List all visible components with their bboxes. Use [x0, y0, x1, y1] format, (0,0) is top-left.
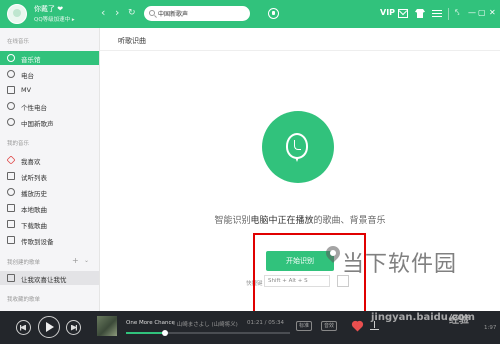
sidebar-item-label: 下载歌曲 — [21, 222, 47, 230]
sidebar-item-label: 电台 — [21, 72, 34, 80]
progress-slider[interactable] — [126, 330, 290, 336]
mv-icon — [7, 86, 15, 94]
close-button[interactable]: ✕ — [489, 6, 496, 20]
user-level-status[interactable]: QQ等级加速中 ▸ — [34, 15, 75, 23]
sidebar-item-label: 传歌到设备 — [21, 238, 54, 246]
sidebar-item-transfer-device[interactable]: 传歌到设备 — [0, 233, 99, 247]
title-divider — [100, 50, 500, 51]
album-art[interactable] — [97, 316, 117, 336]
sidebar-item-mv[interactable]: MV — [0, 83, 99, 97]
sidebar-item-personal-radio[interactable]: 个性电台 — [0, 99, 99, 113]
sidebar-item-label: 我喜欢 — [21, 158, 41, 166]
sidebar-item-music-hall[interactable]: 音乐馆 — [0, 51, 99, 65]
sidebar-item-trial-list[interactable]: 试听列表 — [0, 169, 99, 183]
hotkey-field[interactable]: Shift + Alt + S — [264, 275, 330, 287]
download-icon — [7, 220, 15, 228]
recognize-circle[interactable] — [262, 111, 334, 183]
user-avatar[interactable] — [7, 4, 27, 24]
mail-icon[interactable] — [398, 9, 408, 18]
sidebar-item-label: 音乐馆 — [21, 56, 41, 64]
desc-after: 的歌曲、背景音乐 — [313, 216, 386, 226]
search-box[interactable] — [144, 6, 250, 21]
sidebar-item-local-songs[interactable]: 本地歌曲 — [0, 201, 99, 215]
desc-before: 智能识别 — [214, 216, 251, 226]
sidebar-item-label: 试听列表 — [21, 174, 47, 182]
play-button[interactable] — [38, 316, 60, 338]
vip-button[interactable]: VIP — [380, 8, 395, 17]
mini-mode-button[interactable]: ⤣ — [455, 6, 460, 20]
sidebar-item-favorites[interactable]: 我喜欢 — [0, 153, 99, 167]
section-title-online: 在线音乐 — [7, 39, 30, 45]
main-panel: 听歌识曲 智能识别电脑中正在播放的歌曲、背景音乐 开始识别 快捷键 Shift … — [100, 28, 500, 321]
hotkey-checkbox[interactable] — [337, 275, 349, 287]
forward-button[interactable]: › — [115, 7, 119, 19]
player-extra-time: 1:97 — [484, 325, 497, 331]
search-icon[interactable] — [149, 10, 155, 16]
sidebar-item-label: 个性电台 — [21, 104, 47, 112]
back-button[interactable]: ‹ — [101, 7, 105, 19]
sidebar-item-label: MV — [21, 86, 32, 94]
music-hall-icon — [7, 54, 15, 62]
radio-icon — [7, 70, 15, 78]
title-bar: 你戴了 ❤ QQ等级加速中 ▸ ‹ › ↻ VIP ⤣ — ▢ ✕ — [0, 0, 500, 28]
desc-highlight: 电脑中正在播放 — [250, 216, 314, 226]
section-title-collected-playlists: 我收藏的歌单 — [7, 297, 41, 303]
search-input[interactable] — [158, 8, 246, 19]
player-bar: One More Chance - 山崎まさよし (山崎将义) 01:21 / … — [0, 311, 500, 344]
collapse-playlists-button[interactable]: ⌄ — [84, 257, 89, 265]
next-track-button[interactable] — [66, 320, 81, 335]
menu-icon[interactable] — [432, 9, 442, 18]
heart-outline-icon — [7, 102, 15, 110]
sound-effect-button[interactable]: 音效 — [321, 321, 338, 331]
song-time: 01:21 / 05:34 — [247, 320, 285, 326]
header-divider — [448, 8, 449, 20]
sidebar-item-downloads[interactable]: 下载歌曲 — [0, 217, 99, 231]
clock-icon — [7, 188, 15, 196]
computer-icon — [7, 204, 15, 212]
sidebar-item-label: 本地歌曲 — [21, 206, 47, 214]
page-title: 听歌识曲 — [118, 37, 146, 45]
sidebar-item-history[interactable]: 播放历史 — [0, 185, 99, 199]
hotkey-label: 快捷键 — [246, 281, 263, 287]
phone-icon — [7, 236, 15, 244]
section-title-my-music: 我的音乐 — [7, 141, 30, 147]
sidebar-item-new-voice[interactable]: 中国新歌声 — [0, 115, 99, 129]
previous-track-button[interactable] — [16, 320, 31, 335]
section-title-created-playlists: 我创建的歌单 — [7, 260, 41, 266]
sidebar-item-label: 中国新歌声 — [21, 120, 54, 128]
add-playlist-button[interactable]: + — [72, 257, 79, 265]
quality-button[interactable]: 标准 — [296, 321, 313, 331]
progress-handle[interactable] — [162, 330, 169, 336]
song-artist[interactable]: - 山崎まさよし (山崎将义) — [173, 320, 238, 328]
music-note-icon — [7, 274, 15, 282]
song-title[interactable]: One More Chance — [126, 320, 175, 326]
playlist-icon — [7, 172, 15, 180]
sidebar-item-radio[interactable]: 电台 — [0, 67, 99, 81]
like-heart-icon[interactable] — [352, 321, 363, 332]
sidebar: 在线音乐 音乐馆 电台 MV 个性电台 中国新歌声 我的音乐 我喜欢 试听列表 … — [0, 28, 100, 311]
star-icon — [7, 118, 15, 126]
download-icon[interactable] — [370, 321, 379, 331]
skin-icon[interactable] — [415, 9, 425, 18]
recognize-description: 智能识别电脑中正在播放的歌曲、背景音乐 — [100, 213, 500, 226]
progress-fill — [126, 332, 166, 334]
music-note-icon — [286, 133, 308, 159]
sidebar-item-playlist[interactable]: 让我欢喜让我忧 — [0, 271, 99, 285]
user-name[interactable]: 你戴了 ❤ — [34, 4, 63, 14]
minimize-button[interactable]: — — [468, 6, 476, 20]
start-recognition-button[interactable]: 开始识别 — [266, 251, 334, 271]
maximize-button[interactable]: ▢ — [478, 6, 486, 20]
sidebar-item-label: 让我欢喜让我忧 — [21, 276, 67, 284]
heart-icon — [6, 155, 16, 165]
refresh-button[interactable]: ↻ — [128, 7, 136, 19]
sidebar-item-label: 播放历史 — [21, 190, 47, 198]
listen-recognize-icon[interactable] — [268, 8, 279, 19]
